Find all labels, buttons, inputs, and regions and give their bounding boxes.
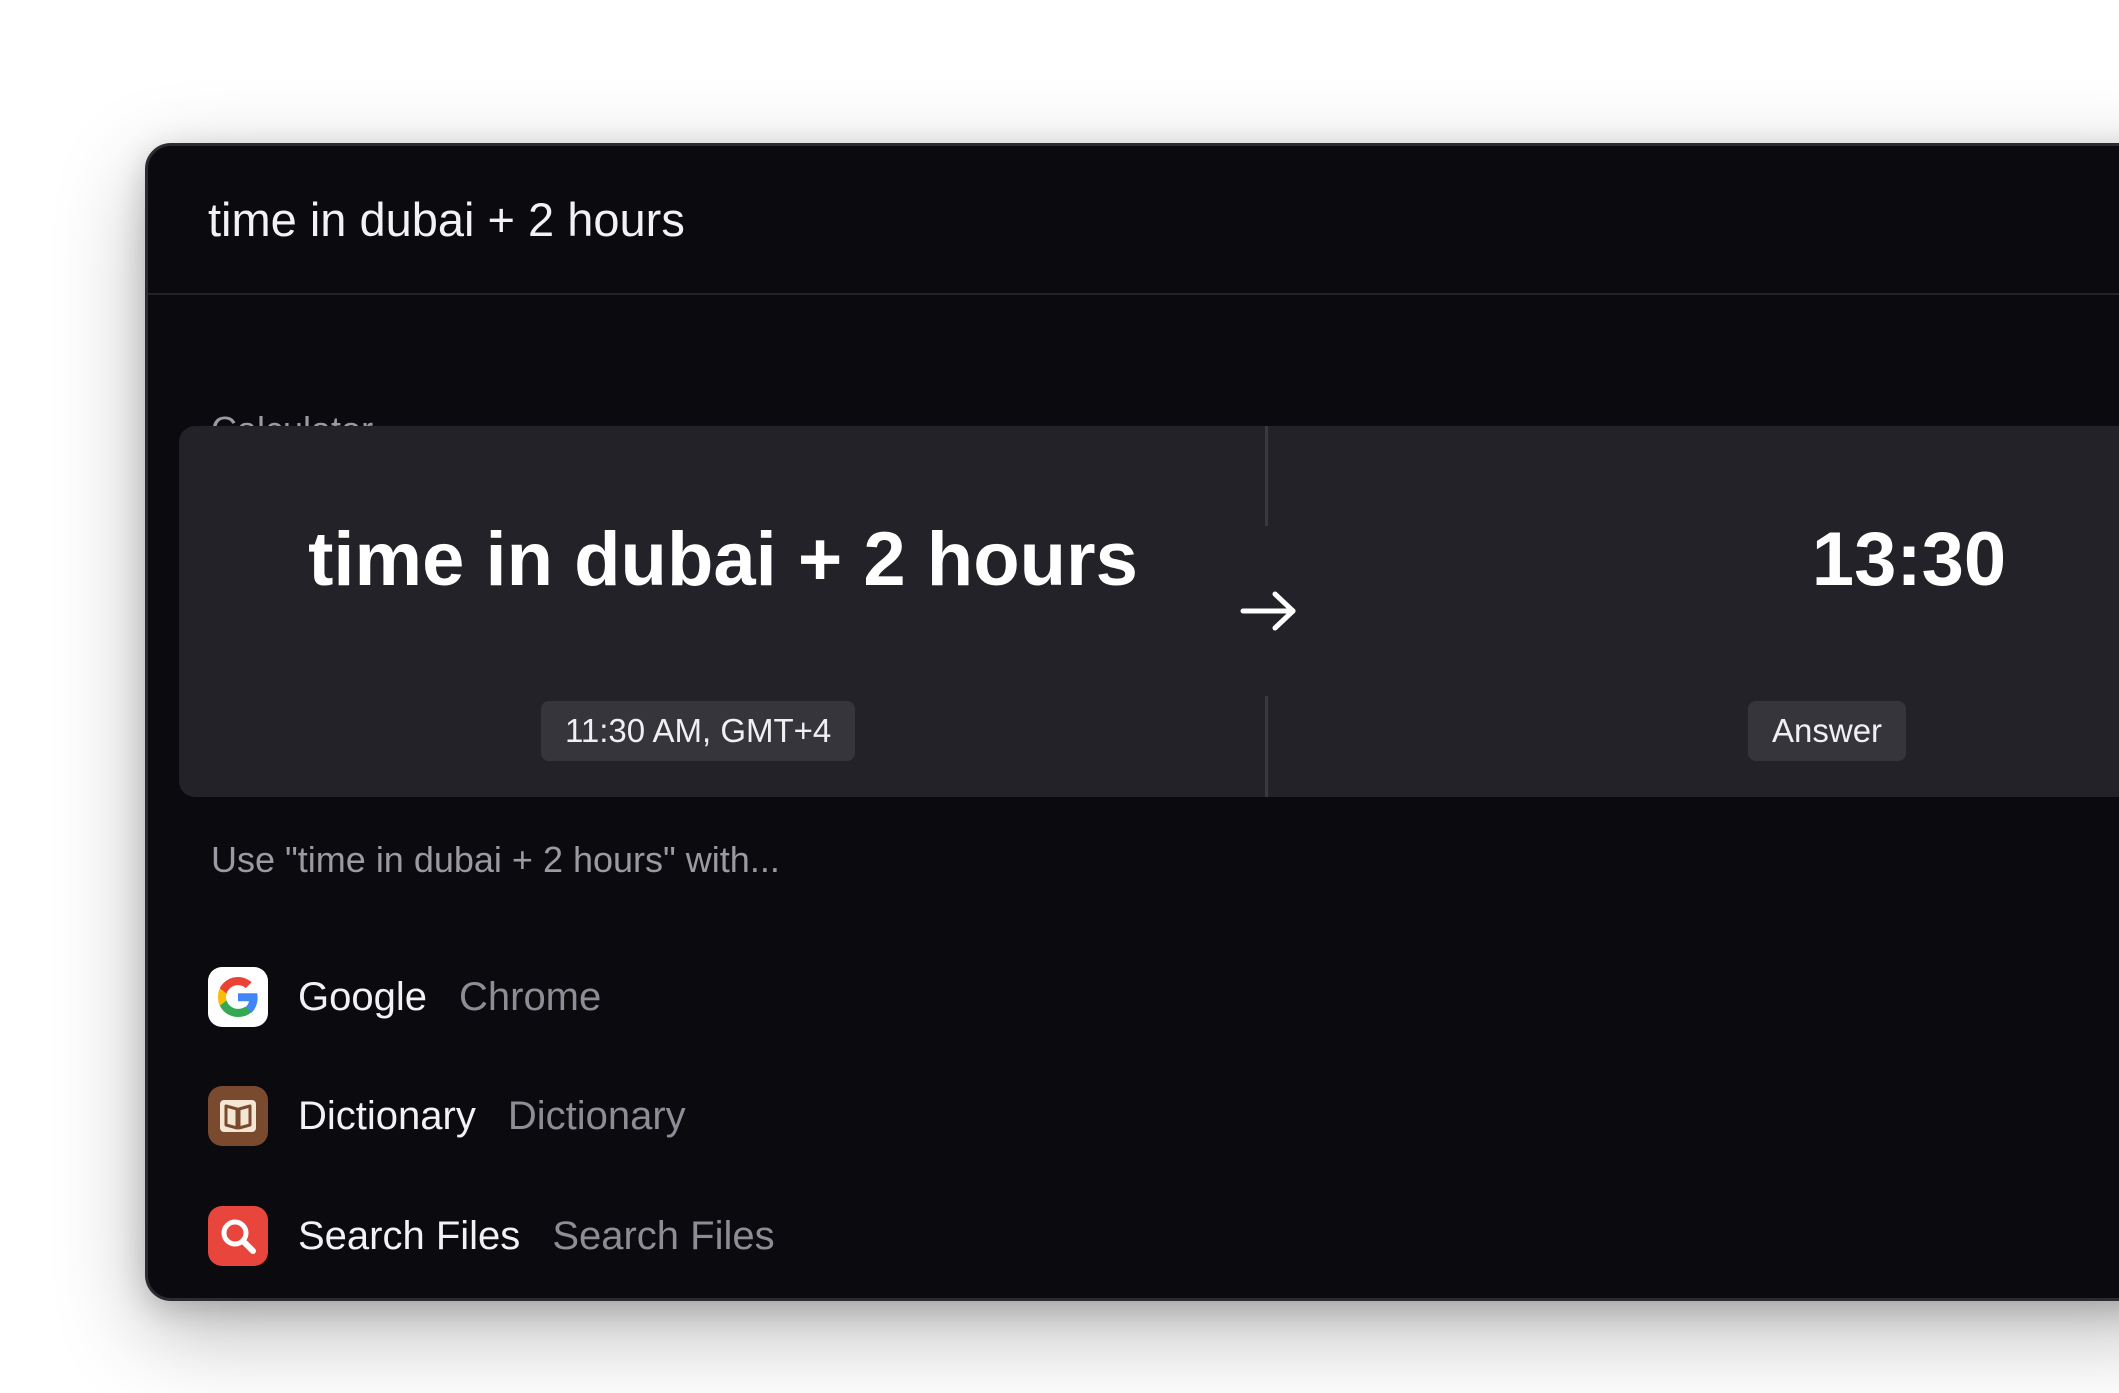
arrow-right-icon xyxy=(1240,591,1296,631)
list-item-title: Dictionary xyxy=(298,1093,476,1138)
answer-badge: Answer xyxy=(1748,701,1907,761)
expression-badge: 11:30 AM, GMT+4 xyxy=(541,701,856,761)
calculator-result: 13:30 xyxy=(1811,517,2007,602)
list-item-dictionary[interactable]: Dictionary Dictionary xyxy=(208,1081,686,1151)
google-icon xyxy=(208,967,268,1027)
magnifier-icon xyxy=(208,1206,268,1266)
list-item-search-files[interactable]: Search Files Search Files xyxy=(208,1201,775,1271)
fallback-section-title: Use "time in dubai + 2 hours" with... xyxy=(211,839,780,880)
calculator-expression: time in dubai + 2 hours xyxy=(308,517,1138,602)
search-bar xyxy=(148,146,2119,295)
list-item-subtitle: Chrome xyxy=(458,974,602,1019)
card-divider xyxy=(1265,426,1268,526)
card-divider xyxy=(1265,696,1268,797)
list-item-subtitle: Dictionary xyxy=(507,1093,686,1138)
search-input[interactable] xyxy=(208,192,1608,247)
list-item-google[interactable]: Google Chrome xyxy=(208,962,601,1032)
book-icon xyxy=(208,1086,268,1146)
list-item-subtitle: Search Files xyxy=(552,1213,775,1258)
launcher-window: Calculator time in dubai + 2 hours 13:30… xyxy=(145,143,2119,1301)
calculator-result-card[interactable]: time in dubai + 2 hours 13:30 11:30 AM, … xyxy=(179,426,2119,797)
list-item-title: Google xyxy=(298,974,427,1019)
list-item-title: Search Files xyxy=(298,1213,521,1258)
